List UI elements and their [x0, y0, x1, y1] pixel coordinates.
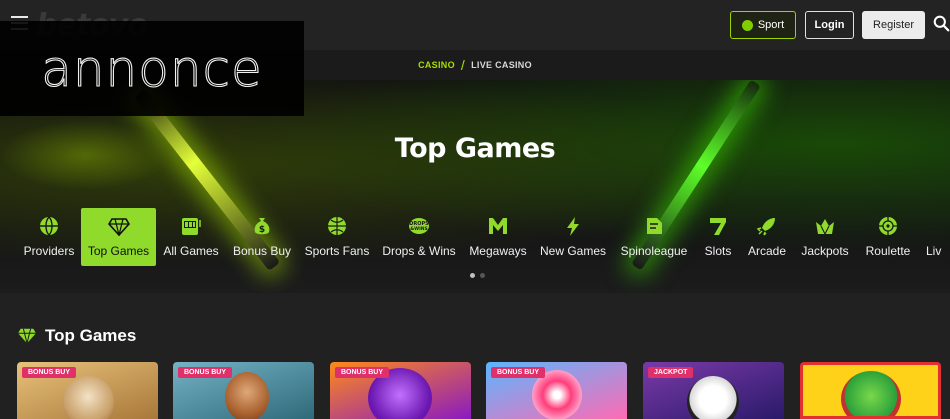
diamond-icon: [107, 218, 130, 237]
lightning-icon: [567, 217, 579, 236]
crown-icon: [816, 219, 834, 236]
category-live[interactable]: Liv: [922, 208, 950, 266]
category-label: All Games: [163, 244, 219, 258]
category-roulette[interactable]: Roulette: [862, 208, 914, 266]
ball-icon: [328, 217, 346, 235]
money-bag-icon: $: [254, 218, 270, 235]
spinoleague-icon: [647, 218, 662, 234]
sport-button[interactable]: Sport: [730, 11, 796, 39]
game-badge: JACKPOT: [648, 367, 694, 378]
ad-overlay[interactable]: annonce: [0, 21, 304, 116]
breadcrumb-casino[interactable]: CASINO: [418, 60, 455, 70]
carousel-dots: [470, 273, 485, 278]
hero-title: Top Games: [394, 133, 556, 164]
drops-wins-icon: DROPS&WINS: [409, 218, 429, 234]
category-label: Sports Fans: [304, 244, 370, 258]
section-title: Top Games: [17, 326, 136, 346]
roulette-icon: [879, 217, 897, 235]
rocket-icon: [756, 218, 775, 236]
category-drops-wins[interactable]: DROPS &WINS Drops & Wins: [380, 208, 458, 266]
category-label: Liv: [926, 244, 942, 258]
game-card[interactable]: BONUS BUY: [330, 362, 471, 419]
category-label: Providers: [23, 244, 75, 258]
slot-machine-icon: [182, 218, 201, 235]
game-badge: BONUS BUY: [22, 367, 77, 378]
svg-text:&WINS: &WINS: [410, 226, 428, 232]
category-label: Slots: [704, 244, 732, 258]
register-button[interactable]: Register: [862, 11, 925, 39]
sport-label: Sport: [757, 19, 785, 31]
category-bonus-buy[interactable]: $ Bonus Buy: [230, 208, 294, 266]
category-megaways[interactable]: Megaways: [466, 208, 530, 266]
category-sports-fans[interactable]: Sports Fans: [302, 208, 372, 266]
ad-text: annonce: [41, 39, 263, 98]
category-arcade[interactable]: Arcade: [745, 208, 789, 266]
category-label: Spinoleague: [620, 244, 688, 258]
carousel-dot-1[interactable]: [470, 273, 475, 278]
category-label: Drops & Wins: [382, 244, 456, 258]
seven-icon: [710, 218, 726, 235]
game-card[interactable]: [800, 362, 941, 419]
category-providers[interactable]: Providers: [18, 208, 80, 266]
game-badge: BONUS BUY: [335, 367, 390, 378]
category-label: Roulette: [865, 244, 911, 258]
ball-icon: [741, 19, 753, 31]
category-jackpots[interactable]: Jackpots: [799, 208, 851, 266]
globe-icon: [40, 216, 58, 236]
category-all-games[interactable]: All Games: [160, 208, 222, 266]
game-card[interactable]: BONUS BUY: [173, 362, 314, 419]
games-row: BONUS BUY BONUS BUY BONUS BUY BONUS BUY …: [0, 362, 950, 419]
live-icon: [922, 215, 944, 237]
search-icon[interactable]: [933, 15, 950, 32]
game-art: [62, 376, 114, 419]
game-card[interactable]: JACKPOT: [643, 362, 784, 419]
game-card[interactable]: BONUS BUY: [17, 362, 158, 419]
category-label: Jackpots: [801, 244, 849, 258]
category-label: Top Games: [87, 244, 150, 258]
game-art: [687, 376, 739, 419]
category-nav: Providers Top Games All Games $ Bonus Bu…: [0, 208, 950, 266]
game-art: [841, 371, 901, 416]
category-label: Arcade: [747, 244, 787, 258]
diamond-icon: [18, 328, 36, 344]
game-badge: BONUS BUY: [178, 367, 233, 378]
game-art: [225, 372, 269, 419]
breadcrumb-current: LIVE CASINO: [471, 60, 532, 70]
category-spinoleague[interactable]: Spinoleague: [617, 208, 691, 266]
category-label: New Games: [539, 244, 607, 258]
section-title-text: Top Games: [45, 326, 137, 345]
breadcrumb-separator: /: [460, 57, 466, 73]
category-label: Megaways: [469, 244, 527, 258]
category-label: Bonus Buy: [232, 244, 292, 258]
login-button[interactable]: Login: [805, 11, 854, 39]
svg-text:$: $: [259, 225, 265, 235]
carousel-dot-2[interactable]: [480, 273, 485, 278]
megaways-icon: [489, 218, 507, 234]
category-new-games[interactable]: New Games: [538, 208, 608, 266]
game-badge: BONUS BUY: [491, 367, 546, 378]
category-slots[interactable]: Slots: [698, 208, 738, 266]
game-card[interactable]: BONUS BUY: [486, 362, 627, 419]
category-top-games[interactable]: Top Games: [81, 208, 156, 266]
